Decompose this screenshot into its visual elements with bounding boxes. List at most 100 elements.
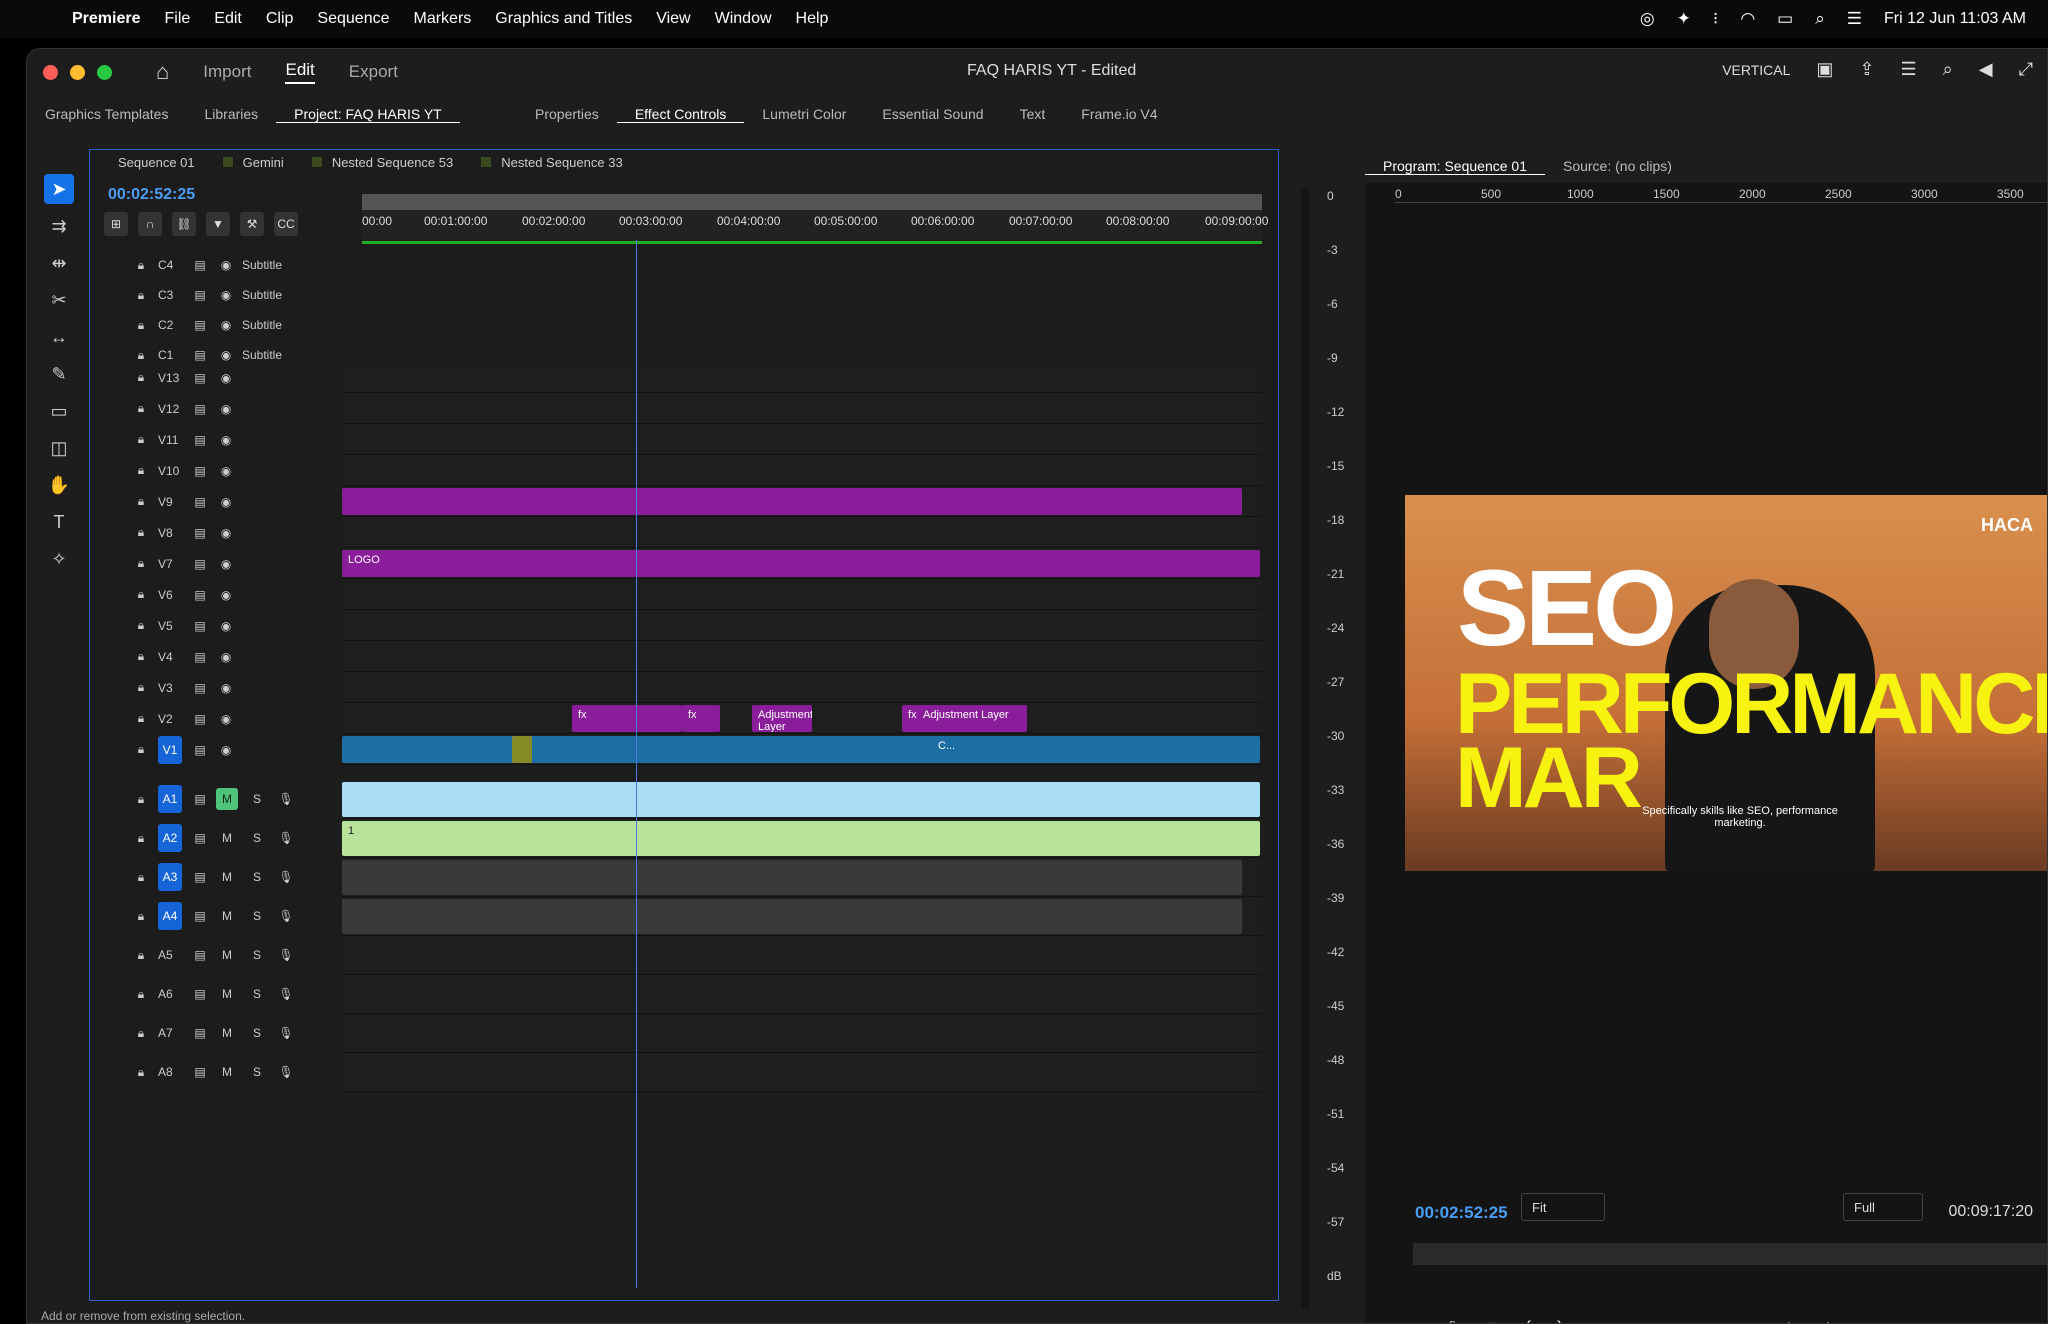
- tab-sequence-01[interactable]: Sequence 01: [118, 155, 195, 170]
- sync-icon[interactable]: ▤: [192, 792, 208, 806]
- eye-icon[interactable]: ◉: [218, 348, 234, 362]
- linked-selection-icon[interactable]: ⛓: [172, 212, 196, 236]
- mark-in-icon[interactable]: {: [1526, 1319, 1531, 1323]
- mute-button[interactable]: M: [216, 827, 238, 849]
- lock-icon[interactable]: 🔒︎: [134, 318, 148, 333]
- control-center-icon[interactable]: ☰: [1847, 9, 1862, 29]
- mute-button[interactable]: M: [216, 866, 238, 888]
- captions-icon[interactable]: CC: [274, 212, 298, 236]
- clip[interactable]: C...: [932, 736, 962, 763]
- eye-icon[interactable]: ◉: [218, 650, 234, 664]
- tab-nested-53[interactable]: Nested Sequence 53: [311, 155, 453, 170]
- sync-icon[interactable]: ▤: [192, 909, 208, 923]
- program-video-frame[interactable]: SEO PERFORMANCE MAR HACA Specifically sk…: [1405, 495, 2047, 871]
- type-tool-icon[interactable]: T: [44, 507, 74, 537]
- sync-icon[interactable]: ▤: [192, 318, 208, 332]
- microphone-icon[interactable]: 🎙︎: [278, 831, 294, 845]
- eye-icon[interactable]: ◉: [218, 288, 234, 302]
- sync-icon[interactable]: ▤: [192, 258, 208, 272]
- track-id[interactable]: A1: [158, 785, 182, 813]
- lock-icon[interactable]: 🔒︎: [134, 792, 148, 807]
- lock-icon[interactable]: 🔒︎: [134, 711, 148, 726]
- track-lane-v9[interactable]: [342, 486, 1262, 517]
- tab-properties[interactable]: Properties: [517, 106, 617, 122]
- menu-clip[interactable]: Clip: [254, 10, 306, 28]
- track-id[interactable]: V1: [158, 735, 182, 764]
- eye-icon[interactable]: ◉: [218, 318, 234, 332]
- eye-icon[interactable]: ◉: [218, 371, 234, 385]
- sync-icon[interactable]: ▤: [192, 588, 208, 602]
- generative-tool-icon[interactable]: ✧: [44, 544, 74, 574]
- menu-file[interactable]: File: [153, 10, 203, 28]
- layout-icon[interactable]: ▣: [1816, 59, 1833, 80]
- tab-nested-33[interactable]: Nested Sequence 33: [481, 155, 623, 170]
- lock-icon[interactable]: 🔒︎: [134, 525, 148, 540]
- lock-icon[interactable]: 🔒︎: [134, 494, 148, 509]
- audio-clip[interactable]: 1: [342, 821, 1260, 856]
- audio-clip[interactable]: [342, 860, 1242, 895]
- track-id[interactable]: C4: [158, 258, 182, 272]
- track-id[interactable]: A8: [158, 1065, 182, 1079]
- progress-icon[interactable]: ☰: [1901, 59, 1917, 80]
- eye-icon[interactable]: ◉: [218, 258, 234, 272]
- lock-icon[interactable]: 🔒︎: [134, 288, 148, 303]
- tab-text[interactable]: Text: [1002, 106, 1064, 122]
- eye-icon[interactable]: ◉: [218, 712, 234, 726]
- track-lane-v10[interactable]: [342, 455, 1262, 486]
- play-icon[interactable]: ▶: [1666, 1319, 1678, 1323]
- lock-icon[interactable]: 🔒︎: [134, 463, 148, 478]
- eye-icon[interactable]: ◉: [218, 743, 234, 757]
- snap-icon[interactable]: ∩: [138, 212, 162, 236]
- search-icon[interactable]: ⌕: [1943, 59, 1953, 80]
- program-scrubber[interactable]: [1413, 1243, 2047, 1265]
- track-lane-a3[interactable]: [342, 858, 1262, 897]
- program-timecode[interactable]: 00:02:52:25: [1415, 1203, 1508, 1223]
- mark-out-icon[interactable]: }: [1557, 1319, 1562, 1323]
- track-lane-v12[interactable]: [342, 393, 1262, 424]
- track-lane-a8[interactable]: [342, 1053, 1262, 1092]
- clip[interactable]: fx: [682, 705, 720, 732]
- menu-help[interactable]: Help: [784, 10, 841, 28]
- zoom-window-button[interactable]: [97, 64, 112, 80]
- microphone-icon[interactable]: 🎙︎: [278, 792, 294, 806]
- solo-button[interactable]: S: [246, 944, 268, 966]
- lock-icon[interactable]: 🔒︎: [134, 258, 148, 273]
- microphone-icon[interactable]: 🎙︎: [278, 987, 294, 1001]
- playhead[interactable]: [636, 240, 637, 1288]
- solo-button[interactable]: S: [246, 827, 268, 849]
- lock-icon[interactable]: 🔒︎: [134, 831, 148, 846]
- solo-button[interactable]: S: [246, 983, 268, 1005]
- microphone-icon[interactable]: 🎙︎: [278, 948, 294, 962]
- sync-icon[interactable]: ▤: [192, 870, 208, 884]
- sync-icon[interactable]: ▤: [192, 987, 208, 1001]
- microphone-icon[interactable]: 🎙︎: [278, 909, 294, 923]
- track-id[interactable]: A6: [158, 987, 182, 1001]
- step-back-icon[interactable]: ◁: [1628, 1319, 1640, 1323]
- menu-app-premiere[interactable]: Premiere: [60, 10, 153, 28]
- tab-source[interactable]: Source: (no clips): [1545, 158, 1690, 174]
- tab-essential-sound[interactable]: Essential Sound: [864, 106, 1001, 122]
- solo-button[interactable]: S: [246, 1061, 268, 1083]
- ripple-edit-tool-icon[interactable]: ⇹: [44, 248, 74, 278]
- sync-icon[interactable]: ▤: [192, 948, 208, 962]
- volume-icon[interactable]: ◀: [1979, 59, 1993, 80]
- mute-button[interactable]: M: [216, 1061, 238, 1083]
- sparkle-icon[interactable]: ✦: [1677, 9, 1691, 29]
- battery-icon[interactable]: ▭: [1777, 9, 1793, 29]
- track-id[interactable]: V10: [158, 464, 182, 478]
- lock-icon[interactable]: 🔒︎: [134, 987, 148, 1002]
- lock-icon[interactable]: 🔒︎: [134, 370, 148, 385]
- track-id[interactable]: C1: [158, 348, 182, 362]
- settings-wrench-icon[interactable]: ⚒: [240, 212, 264, 236]
- lock-icon[interactable]: 🔒︎: [134, 587, 148, 602]
- sync-icon[interactable]: ▤: [192, 712, 208, 726]
- tab-lumetri-color[interactable]: Lumetri Color: [744, 106, 864, 122]
- lock-icon[interactable]: 🔒︎: [134, 556, 148, 571]
- track-id[interactable]: V7: [158, 557, 182, 571]
- sync-icon[interactable]: ▤: [192, 743, 208, 757]
- eye-icon[interactable]: ◉: [218, 526, 234, 540]
- eye-icon[interactable]: ◉: [218, 402, 234, 416]
- eye-icon[interactable]: ◉: [218, 588, 234, 602]
- microphone-icon[interactable]: 🎙︎: [278, 870, 294, 884]
- lock-icon[interactable]: 🔒︎: [134, 432, 148, 447]
